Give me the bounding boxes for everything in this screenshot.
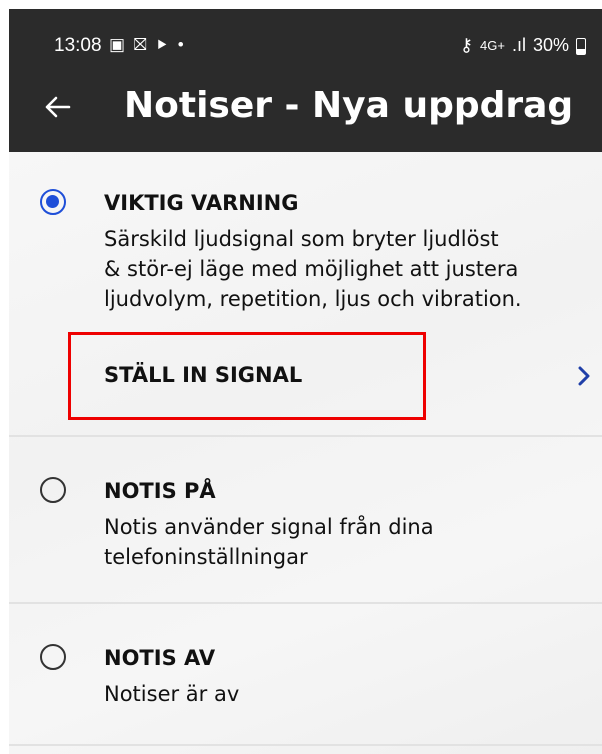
option-description: Notiser är av: [104, 682, 240, 706]
notification-settings: VIKTIG VARNING Särskild ljudsignal som b…: [9, 152, 602, 754]
option-description: Notis använder signal från dina telefoni…: [104, 515, 434, 569]
notification-icons: ▣ ⛝ ⯈ •: [109, 35, 186, 54]
network-type: 4G+: [480, 38, 505, 53]
chevron-right-icon: [578, 366, 590, 386]
radio-notis-av[interactable]: [40, 644, 66, 670]
option-title: VIKTIG VARNING: [104, 191, 299, 215]
status-time: 13:08: [54, 35, 102, 56]
signal-strength-icon: .ıl: [511, 35, 526, 55]
option-description: Särskild ljudsignal som bryter ljudlöst …: [104, 227, 522, 311]
status-indicators: ⚷ 4G+ .ıl 30%: [460, 35, 586, 56]
app-header: 13:08 ▣ ⛝ ⯈ • ⚷ 4G+ .ıl 30% Notiser - Ny…: [9, 9, 602, 152]
divider: [9, 744, 602, 746]
status-bar: 13:08 ▣ ⛝ ⯈ • ⚷ 4G+ .ıl 30%: [9, 9, 602, 69]
highlight-box: [68, 332, 426, 420]
option-notis-pa[interactable]: NOTIS PÅ Notis använder signal från dina…: [9, 437, 602, 602]
battery-level: 30%: [532, 35, 569, 55]
battery-icon: [576, 38, 586, 55]
option-viktig-varning[interactable]: VIKTIG VARNING Särskild ljudsignal som b…: [9, 152, 602, 330]
radio-viktig-varning[interactable]: [40, 189, 66, 215]
radio-notis-pa[interactable]: [40, 477, 66, 503]
option-title: NOTIS PÅ: [104, 479, 216, 503]
back-button[interactable]: [37, 87, 77, 127]
arrow-left-icon: [45, 96, 71, 118]
vpn-key-icon: ⚷: [459, 35, 474, 55]
option-title: NOTIS AV: [104, 646, 216, 670]
option-notis-av[interactable]: NOTIS AV Notiser är av: [9, 604, 602, 744]
page-title: Notiser - Nya uppdrag: [124, 85, 574, 126]
